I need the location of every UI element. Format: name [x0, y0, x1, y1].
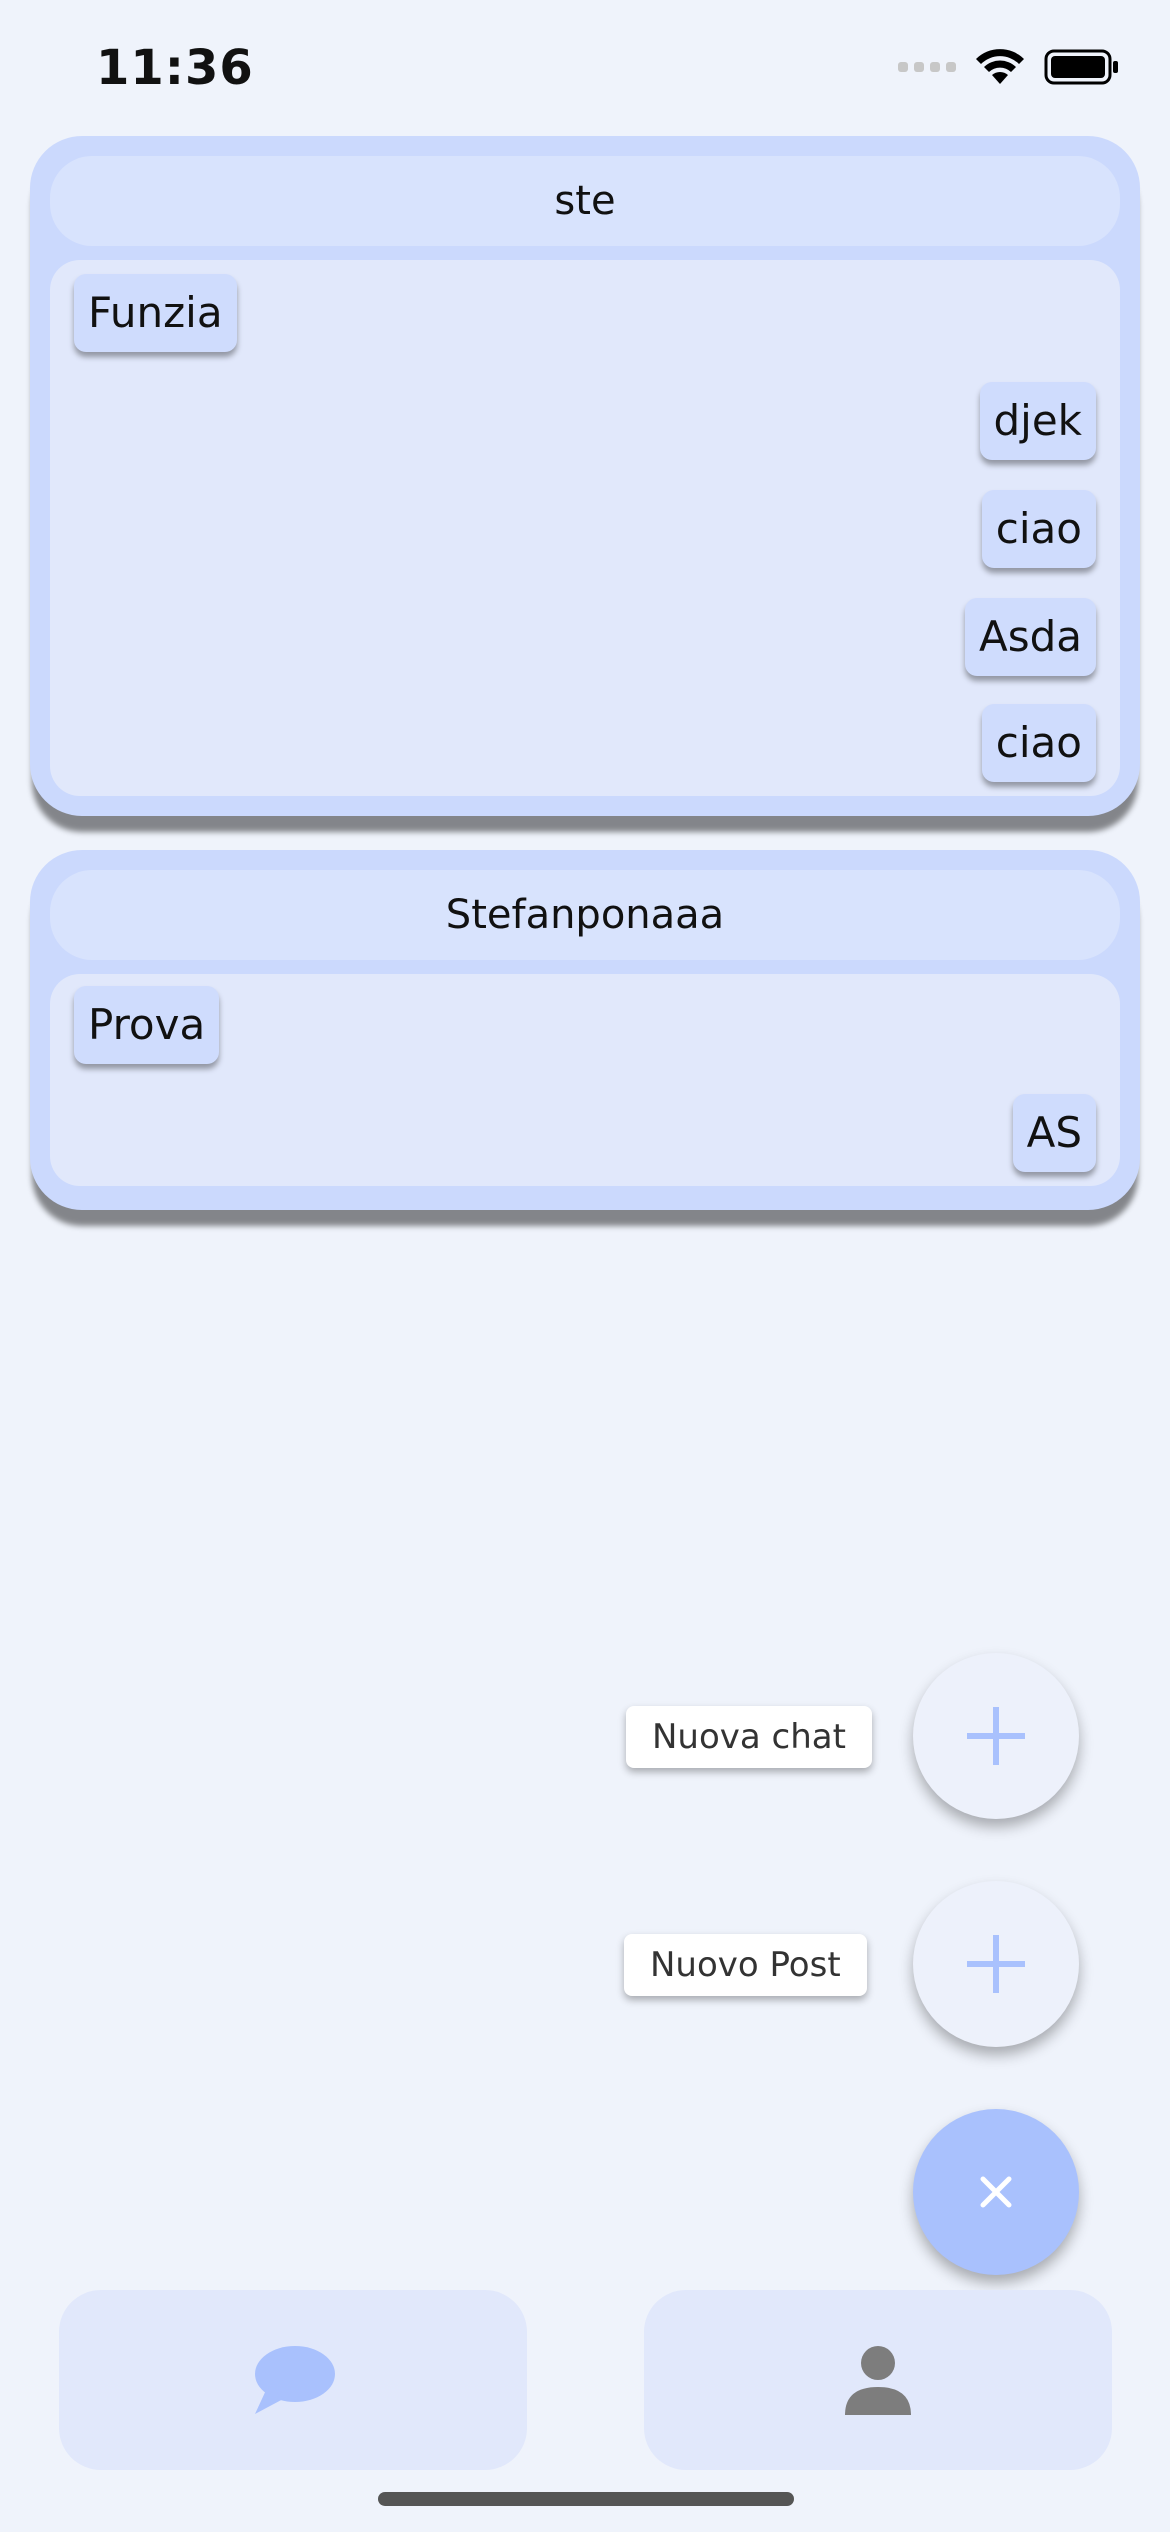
nav-profile-button[interactable] — [644, 2290, 1112, 2470]
message-bubble: AS — [1012, 1094, 1096, 1172]
chat-card-title[interactable]: ste — [50, 156, 1120, 246]
message-bubble: djek — [979, 382, 1096, 460]
new-post-label[interactable]: Nuovo Post — [624, 1934, 867, 1996]
chat-messages-area: Funzia djek ciao Asda ciao — [50, 260, 1120, 796]
wifi-icon — [976, 49, 1024, 84]
message-bubble: Prova — [74, 986, 220, 1064]
chat-card[interactable]: ste Funzia djek ciao Asda ciao — [30, 136, 1140, 816]
new-chat-label[interactable]: Nuova chat — [626, 1706, 872, 1768]
message-bubble: Funzia — [74, 274, 237, 352]
plus-icon — [967, 1935, 1025, 1993]
nav-chats-button[interactable] — [59, 2290, 527, 2470]
new-chat-button[interactable] — [913, 1653, 1079, 1819]
status-icons — [898, 48, 1120, 86]
new-post-button[interactable] — [913, 1881, 1079, 2047]
home-indicator — [378, 2492, 794, 2506]
chat-card[interactable]: Stefanponaaa Prova AS — [30, 850, 1140, 1210]
status-bar: 11:36 — [0, 0, 1170, 140]
status-time: 11:36 — [96, 40, 254, 96]
close-icon — [980, 2176, 1012, 2208]
cellular-signal-icon — [898, 62, 956, 72]
message-bubble: ciao — [981, 490, 1096, 568]
chat-messages-area: Prova AS — [50, 974, 1120, 1186]
chat-card-title[interactable]: Stefanponaaa — [50, 870, 1120, 960]
message-bubble: Asda — [964, 598, 1096, 676]
battery-icon — [1044, 49, 1118, 85]
message-bubble: ciao — [981, 704, 1096, 782]
person-icon — [845, 2346, 911, 2415]
chat-bubble-icon — [255, 2346, 335, 2414]
plus-icon — [967, 1707, 1025, 1765]
close-menu-button[interactable] — [913, 2109, 1079, 2275]
